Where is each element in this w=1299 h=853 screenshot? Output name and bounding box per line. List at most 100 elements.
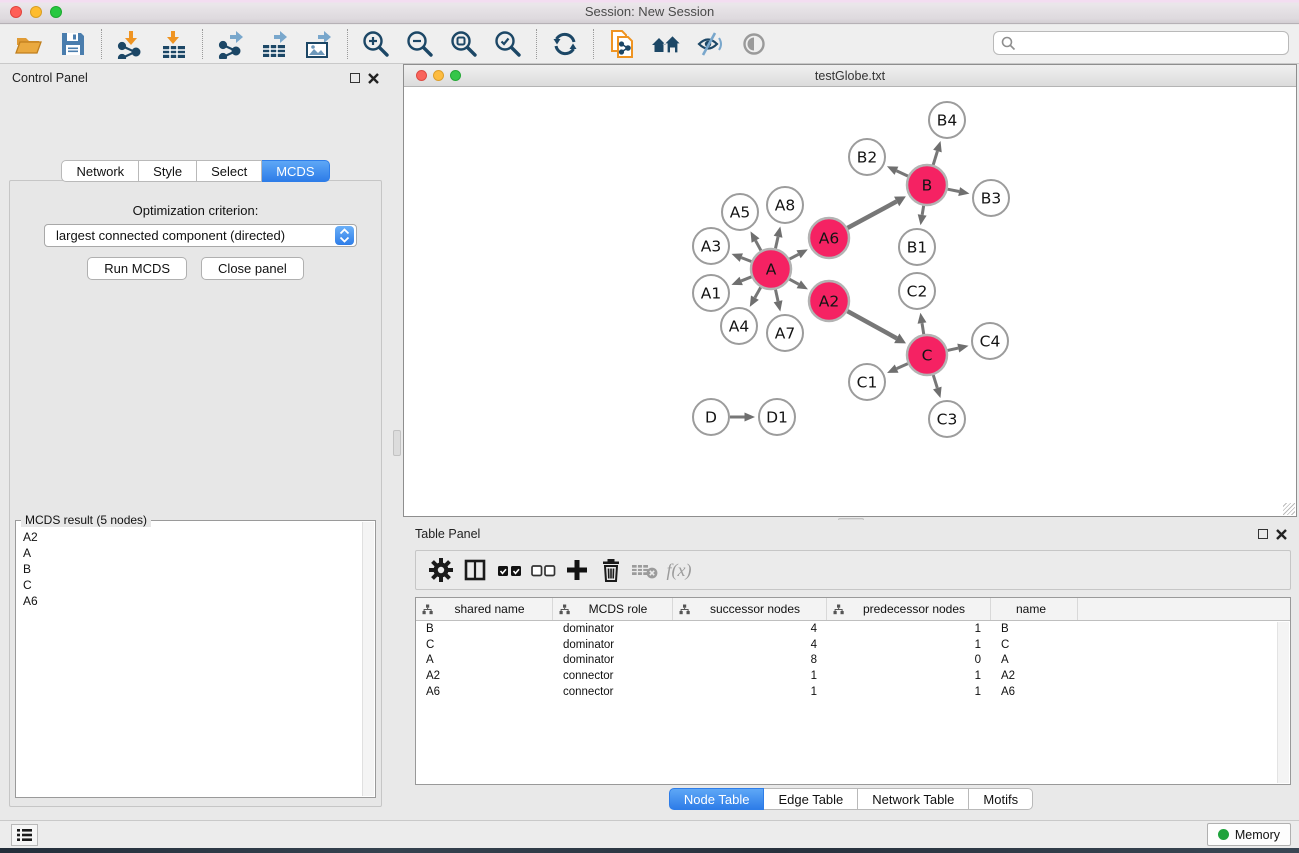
export-table-button[interactable]: [258, 28, 292, 60]
unselect-all-columns-button[interactable]: [526, 555, 560, 585]
hide-floating-panels-button[interactable]: [693, 28, 727, 60]
table-row[interactable]: Adominator80A: [416, 653, 1290, 669]
delete-columns-button[interactable]: [594, 555, 628, 585]
table-row[interactable]: Bdominator41B: [416, 621, 1290, 637]
optimization-criterion-select[interactable]: largest connected component (directed): [44, 224, 357, 247]
tab-select[interactable]: Select: [197, 160, 262, 182]
mcds-result-item[interactable]: C: [23, 577, 361, 593]
zoom-out-button[interactable]: [403, 28, 437, 60]
graph-edge[interactable]: [933, 151, 937, 165]
network-canvas[interactable]: B4B2BB3A5A8A6A3AB1A1A2C2A4A7C4CC1DD1C3: [404, 87, 1296, 516]
graph-edge[interactable]: [897, 364, 908, 369]
graph-edge[interactable]: [756, 241, 761, 251]
trash-icon: [598, 557, 624, 583]
apply-layout-button[interactable]: [548, 28, 582, 60]
tab-network[interactable]: Network: [61, 160, 139, 182]
network-window-titlebar[interactable]: testGlobe.txt: [404, 65, 1296, 87]
import-table-button[interactable]: [157, 28, 191, 60]
graph-node-label: A5: [730, 204, 750, 222]
export-network-button[interactable]: [214, 28, 248, 60]
graph-edge[interactable]: [948, 189, 960, 191]
maximize-view-button[interactable]: [450, 70, 461, 81]
delete-table-button[interactable]: [628, 555, 662, 585]
search-field[interactable]: [993, 31, 1289, 55]
open-session-button[interactable]: [12, 28, 46, 60]
mcds-result-item[interactable]: A2: [23, 529, 361, 545]
graph-edge[interactable]: [741, 277, 751, 281]
close-view-button[interactable]: [416, 70, 427, 81]
graph-edge[interactable]: [775, 237, 778, 249]
mcds-result-box: MCDS result (5 nodes) A2ABCA6: [15, 520, 376, 798]
graph-edge[interactable]: [789, 279, 798, 284]
graph-edge[interactable]: [922, 323, 924, 334]
table-row[interactable]: A6connector11A6: [416, 684, 1290, 700]
zoom-selected-button[interactable]: [491, 28, 525, 60]
float-table-panel-icon[interactable]: [1258, 529, 1268, 539]
graph-edge[interactable]: [922, 206, 923, 215]
mcds-result-item[interactable]: A6: [23, 593, 361, 609]
column-header-predecessor-nodes[interactable]: predecessor nodes: [827, 598, 991, 620]
create-column-button[interactable]: [560, 555, 594, 585]
table-tabs: Node TableEdge TableNetwork TableMotifs: [403, 788, 1299, 810]
close-table-panel-icon[interactable]: [1276, 529, 1287, 540]
tab-motifs[interactable]: Motifs: [969, 788, 1033, 810]
graph-node-label: C1: [857, 374, 878, 392]
function-builder-button[interactable]: f(x): [662, 555, 696, 585]
result-list-scrollbar[interactable]: [362, 522, 374, 796]
select-all-columns-button[interactable]: [492, 555, 526, 585]
tab-mcds[interactable]: MCDS: [262, 160, 329, 182]
graph-edge[interactable]: [847, 201, 896, 228]
home-icon: [650, 29, 682, 59]
column-header-successor-nodes[interactable]: successor nodes: [673, 598, 827, 620]
minimize-view-button[interactable]: [433, 70, 444, 81]
table-scrollbar[interactable]: [1277, 622, 1289, 783]
export-image-button[interactable]: [302, 28, 336, 60]
search-icon: [1001, 36, 1016, 51]
table-cell: dominator: [553, 623, 673, 635]
mcds-result-item[interactable]: A: [23, 545, 361, 561]
graph-edge[interactable]: [755, 287, 761, 297]
panel-splitter[interactable]: [391, 64, 403, 820]
close-panel-button[interactable]: Close panel: [201, 257, 304, 280]
graph-edge[interactable]: [847, 311, 896, 338]
table-cell: B: [991, 623, 1078, 635]
table-mode-button[interactable]: [424, 555, 458, 585]
table-row[interactable]: A2connector11A2: [416, 668, 1290, 684]
graph-edge[interactable]: [933, 375, 937, 388]
close-panel-icon[interactable]: [368, 73, 379, 84]
import-network-button[interactable]: [113, 28, 147, 60]
search-input[interactable]: [1021, 36, 1288, 50]
tab-edge-table[interactable]: Edge Table: [764, 788, 858, 810]
window-resize-grip[interactable]: [1283, 503, 1295, 515]
graph-edge[interactable]: [896, 171, 908, 176]
zoom-fit-button[interactable]: [447, 28, 481, 60]
column-header-shared-name[interactable]: shared name: [416, 598, 553, 620]
main-titlebar: Session: New Session: [0, 0, 1299, 24]
tab-network-table[interactable]: Network Table: [858, 788, 969, 810]
graph-node-label: D: [705, 409, 717, 427]
graph-edge[interactable]: [741, 258, 751, 262]
float-panel-icon[interactable]: [350, 73, 360, 83]
column-header-MCDS-role[interactable]: MCDS role: [553, 598, 673, 620]
tab-style[interactable]: Style: [139, 160, 197, 182]
tab-node-table[interactable]: Node Table: [669, 788, 765, 810]
graph-edge[interactable]: [790, 254, 799, 259]
graph-edge[interactable]: [947, 348, 958, 350]
graph-node-label: A: [766, 261, 777, 279]
refresh-icon: [550, 29, 580, 59]
table-row[interactable]: Cdominator41C: [416, 637, 1290, 653]
memory-button[interactable]: Memory: [1207, 823, 1291, 846]
export-image-icon: [304, 29, 334, 59]
network-snapshot-button[interactable]: [605, 28, 639, 60]
splitter-grip[interactable]: [393, 430, 401, 456]
zoom-in-button[interactable]: [359, 28, 393, 60]
show-column-button[interactable]: [458, 555, 492, 585]
graph-edge[interactable]: [775, 290, 778, 302]
column-header-name[interactable]: name: [991, 598, 1078, 620]
show-floating-panels-button[interactable]: [737, 28, 771, 60]
run-mcds-button[interactable]: Run MCDS: [87, 257, 187, 280]
mcds-result-item[interactable]: B: [23, 561, 361, 577]
save-session-button[interactable]: [56, 28, 90, 60]
show-task-history-button[interactable]: [11, 824, 38, 846]
home-button[interactable]: [649, 28, 683, 60]
